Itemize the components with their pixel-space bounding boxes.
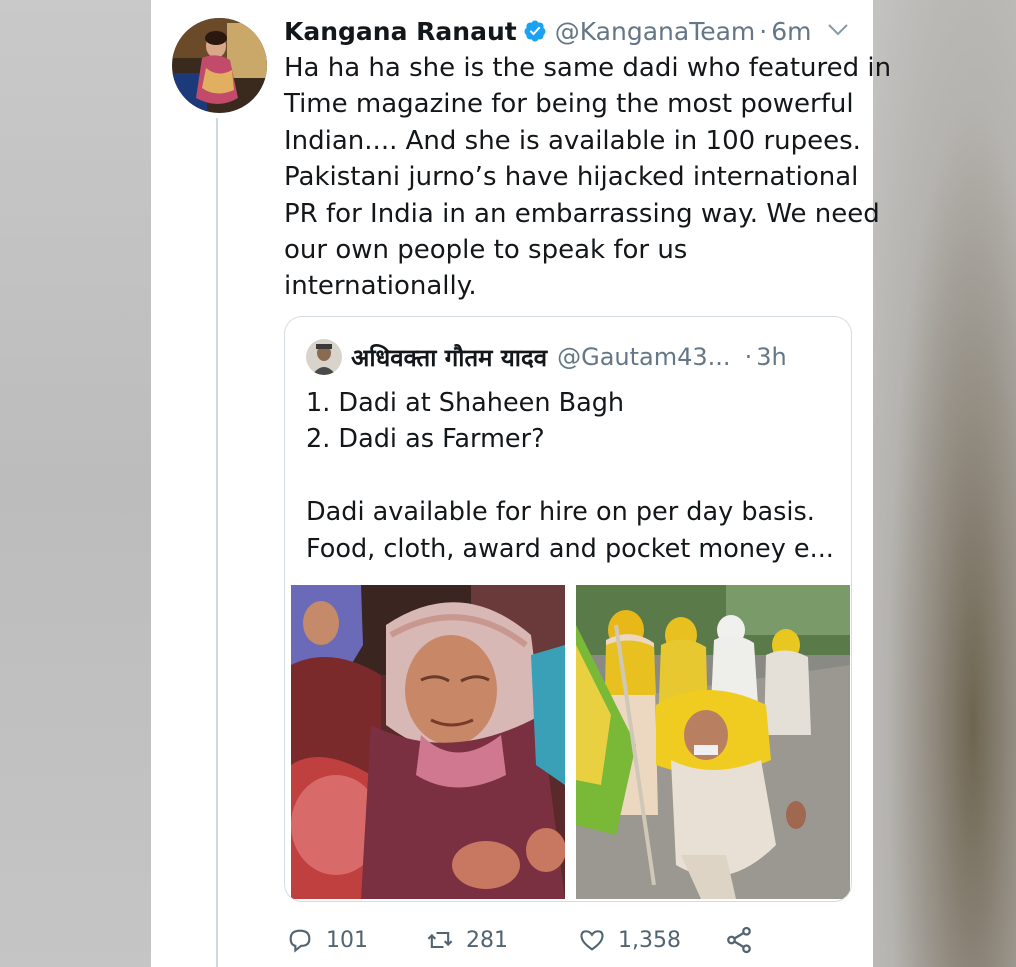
quoted-author-name[interactable]: अधिवक्ता गौतम यादव [351, 341, 547, 374]
quoted-text-line: 2. Dadi as Farmer? [306, 424, 545, 455]
quoted-header-separator: · [744, 343, 753, 371]
like-count: 1,358 [618, 927, 681, 953]
quoted-text-line: 1. Dadi at Shaheen Bagh [306, 388, 625, 418]
tweet-text: Ha ha ha she is the same dadi who featur… [284, 50, 892, 305]
like-icon [580, 930, 604, 951]
tweet-text-line: our own people to speak for us [284, 235, 688, 266]
right-background [873, 0, 1016, 967]
quoted-text-line [306, 458, 846, 494]
reply-count: 101 [326, 927, 368, 953]
reply-button[interactable]: 101 [286, 920, 368, 960]
like-button[interactable]: 1,358 [578, 920, 681, 960]
farmer-march-photo[interactable] [576, 585, 850, 899]
author-handle[interactable]: @KanganaTeam [555, 17, 756, 46]
tweet-timestamp[interactable]: 6m [771, 17, 811, 46]
chevron-down-icon[interactable] [826, 20, 850, 40]
tweet-text-line: Ha ha ha she is the same dadi who featur… [284, 53, 892, 83]
quoted-tweet-text: 1. Dadi at Shaheen Bagh 2. Dadi as Farme… [306, 385, 846, 567]
quoted-text-line: Dadi available for hire on per day basis… [306, 497, 815, 528]
author-avatar[interactable] [172, 18, 267, 113]
author-name[interactable]: Kangana Ranaut [284, 17, 517, 46]
retweet-button[interactable]: 281 [426, 920, 508, 960]
quoted-text-line: Food, cloth, award and pocket money e... [306, 533, 834, 564]
tweet-text-line: internationally. [284, 271, 477, 302]
quoted-author-avatar[interactable] [306, 339, 342, 375]
quoted-tweet-header: अधिवक्ता गौतम यादव @Gautam43... · 3h [351, 337, 787, 377]
verified-badge-icon [524, 20, 546, 42]
quoted-author-handle[interactable]: @Gautam43... [557, 343, 730, 371]
tweet-text-line: Indian.... And she is available in 100 r… [284, 125, 861, 156]
tweet-text-line: Pakistani jurno’s have hijacked internat… [284, 162, 859, 193]
tweet-header: Kangana Ranaut @KanganaTeam · 6m [284, 12, 812, 50]
retweet-icon [427, 931, 453, 949]
left-background [0, 0, 151, 967]
thread-line [216, 118, 218, 967]
quoted-tweet-timestamp[interactable]: 3h [756, 343, 786, 371]
tweet-actions: 101 281 1,358 [284, 920, 844, 960]
share-button[interactable] [724, 920, 766, 960]
shaheen-bagh-photo[interactable] [291, 585, 565, 899]
tweet-text-line: PR for India in an embarrassing way. We … [284, 198, 880, 229]
header-separator: · [759, 16, 768, 46]
reply-icon [289, 929, 311, 953]
share-icon [727, 926, 751, 954]
retweet-count: 281 [466, 927, 508, 953]
quoted-tweet-card[interactable]: अधिवक्ता गौतम यादव @Gautam43... · 3h 1. … [284, 316, 852, 902]
tweet-text-line: Time magazine for being the most powerfu… [284, 89, 854, 120]
